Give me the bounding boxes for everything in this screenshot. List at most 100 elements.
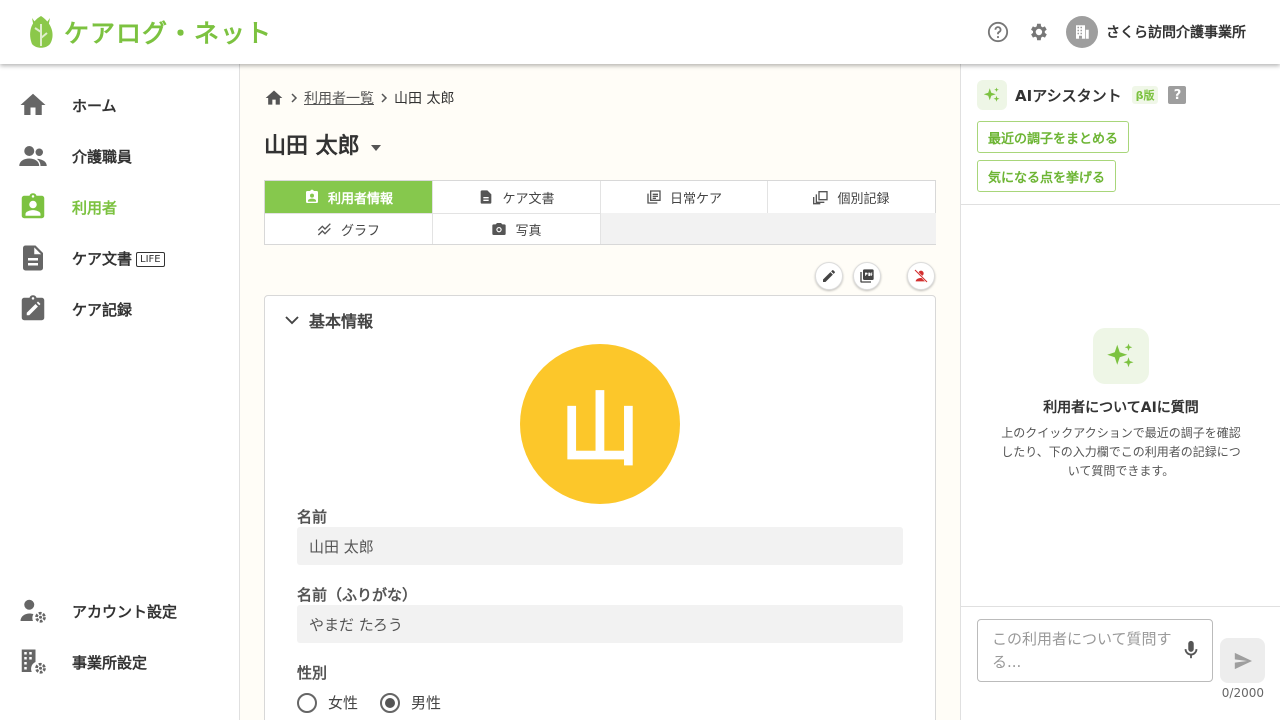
sidebar-item-label: 事業所設定: [72, 653, 148, 672]
deactivate-user-button[interactable]: [907, 262, 935, 290]
edit-button[interactable]: [815, 262, 843, 290]
tab-user-info[interactable]: 利用者情報: [265, 181, 433, 213]
gear-icon[interactable]: [1026, 20, 1050, 44]
edit-note-icon: [18, 294, 48, 324]
ai-header: AIアシスタント β版 ?: [977, 80, 1187, 110]
ai-assistant-panel: AIアシスタント β版 ? 最近の調子をまとめる 気になる点を挙げる 利用者につ…: [960, 64, 1280, 720]
badge-icon: [304, 189, 320, 205]
send-icon: [1234, 652, 1252, 669]
user-avatar: 山: [520, 344, 680, 504]
section-toggle[interactable]: 基本情報: [283, 308, 373, 332]
page-title: 山田 太郎: [264, 134, 360, 159]
tab-individual-records[interactable]: 個別記録: [768, 181, 935, 213]
home-icon[interactable]: [264, 88, 284, 108]
breadcrumb-link-users[interactable]: 利用者一覧: [304, 88, 374, 108]
people-icon: [18, 141, 48, 171]
user-selector[interactable]: 山田 太郎: [264, 128, 382, 160]
sparkle-icon: [1093, 328, 1149, 384]
chevron-right-icon: [378, 92, 390, 104]
building-icon: [1076, 25, 1089, 39]
sidebar-item-home[interactable]: ホーム: [0, 83, 239, 127]
leaf-logo-icon: [30, 16, 53, 48]
section-title: 基本情報: [309, 312, 374, 331]
home-icon: [18, 90, 48, 120]
name-label: 名前: [297, 508, 328, 526]
sidebar-item-label: 利用者: [72, 198, 118, 217]
account-settings-icon: [18, 596, 48, 626]
breadcrumb: 利用者一覧 山田 太郎: [264, 88, 454, 108]
name-field[interactable]: 山田 太郎: [297, 527, 903, 565]
ai-title: AIアシスタント: [1015, 86, 1122, 105]
empty-state-title: 利用者についてAIに質問: [1043, 400, 1199, 416]
breadcrumb-current: 山田 太郎: [394, 91, 455, 107]
tab-label: 個別記録: [837, 191, 890, 207]
org-avatar[interactable]: [1066, 16, 1098, 48]
records-icon: [813, 189, 829, 205]
life-badge: LIFE: [136, 251, 165, 267]
tab-graph[interactable]: グラフ: [265, 213, 433, 244]
graph-icon: [317, 221, 333, 237]
caret-down-icon: [370, 133, 382, 158]
pencil-icon: [823, 270, 835, 282]
sidebar-item-account-settings[interactable]: アカウント設定: [0, 589, 239, 633]
sidebar-item-label: ケア記録: [72, 300, 133, 319]
tab-daily-care[interactable]: 日常ケア: [601, 181, 768, 213]
library-icon: [646, 189, 662, 205]
chevron-down-icon: [283, 311, 301, 329]
tab-bar: 利用者情報 ケア文書 日常ケア 個別記録 グラフ 写真: [264, 180, 936, 245]
microphone-icon[interactable]: [1181, 640, 1201, 660]
radio-label: 女性: [328, 694, 359, 712]
tab-care-documents[interactable]: ケア文書: [433, 181, 601, 213]
sidebar-item-users[interactable]: 利用者: [0, 185, 239, 229]
sidebar-item-care-records[interactable]: ケア記録: [0, 287, 239, 331]
sidebar-item-label: ホーム: [72, 96, 117, 115]
ai-help-icon[interactable]: ?: [1168, 86, 1187, 104]
sidebar-item-label: アカウント設定: [72, 602, 178, 621]
tab-label: グラフ: [340, 223, 380, 239]
sidebar-item-staff[interactable]: 介護職員: [0, 134, 239, 178]
sidebar-item-office-settings[interactable]: 事業所設定: [0, 640, 239, 684]
sidebar-item-label: 介護職員: [72, 147, 133, 166]
empty-state-description: 上のクイックアクションで最近の調子を確認したり、下の入力欄でこの利用者の記録につ…: [1001, 426, 1241, 478]
camera-icon: [491, 221, 507, 237]
help-icon[interactable]: [986, 20, 1010, 44]
person-off-icon: [914, 269, 928, 283]
quick-action-concerns[interactable]: 気になる点を挙げる: [977, 160, 1117, 192]
main-content: 利用者一覧 山田 太郎 山田 太郎 利用者情報 ケア文書 日常ケア 個別記録 グ…: [240, 64, 960, 720]
char-counter: 0/2000: [1221, 686, 1264, 700]
tab-label: ケア文書: [502, 191, 555, 207]
sidebar: ホーム 介護職員 利用者 ケア文書 LIFE ケア記録 アカウント設定 事業所設…: [0, 64, 240, 720]
pdf-export-button[interactable]: [853, 262, 881, 290]
org-name[interactable]: さくら訪問介護事業所: [1106, 22, 1246, 42]
send-button[interactable]: [1220, 638, 1265, 683]
tab-label: 日常ケア: [669, 191, 722, 207]
beta-badge: β版: [1131, 86, 1159, 104]
document-icon: [18, 243, 48, 273]
gender-radio-female[interactable]: [297, 692, 317, 713]
ai-question-input[interactable]: この利用者について質問する...: [977, 619, 1213, 682]
radio-label: 男性: [411, 694, 442, 712]
document-icon: [478, 189, 494, 205]
tab-label: 写真: [515, 223, 542, 239]
app-name: ケアログ・ネット: [64, 19, 273, 48]
tab-filler: [601, 213, 936, 244]
quick-action-summarize[interactable]: 最近の調子をまとめる: [977, 121, 1130, 153]
divider: [961, 606, 1280, 607]
assignment-ind-icon: [18, 192, 48, 222]
tab-label: 利用者情報: [327, 191, 393, 207]
gender-radio-male[interactable]: [380, 692, 401, 713]
app-logo[interactable]: ケアログ・ネット: [26, 14, 272, 50]
sidebar-item-label: ケア文書 LIFE: [72, 248, 165, 269]
tab-photos[interactable]: 写真: [433, 213, 601, 244]
furigana-label: 名前（ふりがな）: [297, 586, 418, 604]
gender-label: 性別: [297, 664, 328, 682]
sidebar-item-care-documents[interactable]: ケア文書 LIFE: [0, 236, 239, 280]
app-header: ケアログ・ネット さくら訪問介護事業所: [0, 0, 1280, 64]
sparkle-icon: [977, 80, 1007, 110]
pdf-icon: [860, 269, 874, 283]
chevron-right-icon: [288, 92, 300, 104]
basic-info-card: 基本情報 山 名前 山田 太郎 名前（ふりがな） やまだ たろう 性別 女性 男…: [264, 295, 936, 720]
divider: [961, 204, 1280, 205]
furigana-field[interactable]: やまだ たろう: [297, 605, 903, 643]
office-settings-icon: [18, 647, 48, 677]
